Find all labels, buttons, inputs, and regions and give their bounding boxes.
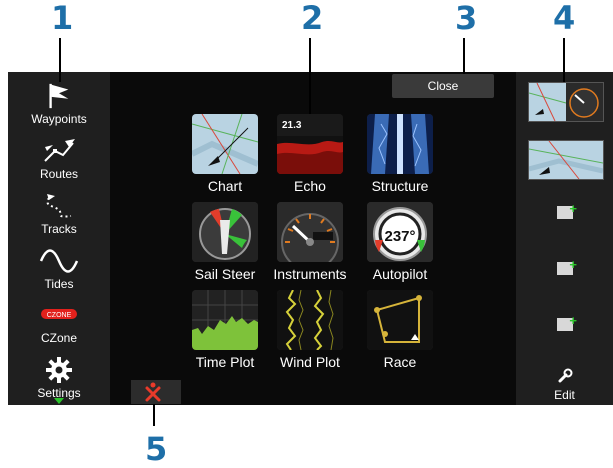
sidebar-item-label: Tracks [41,222,77,236]
callout-3-line [463,38,465,78]
czone-logo-text: CZONE [47,312,72,319]
structure-app-label: Structure [371,178,429,194]
sail-steer-app-icon[interactable] [192,202,258,262]
structure-app-icon[interactable] [367,114,433,174]
callout-1-line [59,38,61,82]
route-icon [44,139,75,162]
race-app-label: Race [383,354,417,370]
sidebar-item-label: Routes [39,167,79,181]
favorite-chart-page[interactable] [528,140,604,180]
callout-2: 2 [301,0,324,37]
flag-icon [49,83,69,109]
track-icon [46,194,72,218]
sidebar-item-routes[interactable]: Routes [8,137,110,181]
add-favorite-icon[interactable]: + [557,314,577,331]
callout-2-line [309,38,311,114]
instruments-app-icon[interactable] [277,202,343,262]
close-button[interactable]: Close [392,74,494,98]
callout-5: 5 [145,430,168,468]
sidebar-item-label: Tides [44,277,74,291]
time-plot-app-icon[interactable] [192,290,258,350]
callout-3: 3 [455,0,478,37]
wind-plot-app-label: Wind Plot [280,354,340,370]
add-favorite-icon[interactable]: + [557,258,577,275]
autopilot-app-icon[interactable]: 237° [367,202,433,262]
wind-plot-app-icon[interactable] [277,290,343,350]
callout-4: 4 [553,0,576,37]
wave-icon [39,249,79,273]
man-overboard-button[interactable] [131,380,181,404]
callout-5-line [153,404,155,426]
gear-icon [46,357,72,383]
echo-app-label: Echo [294,178,326,194]
autopilot-heading: 237° [384,228,415,245]
instruments-app-label: Instruments [273,266,347,282]
sidebar-item-settings[interactable]: Settings [8,356,110,400]
add-favorite-icon[interactable]: + [557,202,577,219]
man-overboard-icon [145,382,161,402]
autopilot-app-label: Autopilot [372,266,428,282]
chart-app-icon[interactable] [192,114,258,174]
edit-button[interactable]: Edit [516,388,613,402]
sidebar-item-label: Waypoints [31,112,87,126]
czone-icon: CZONE [41,309,77,319]
echo-app-icon[interactable]: 21.3 [277,114,343,174]
sidebar-item-czone[interactable]: CZONE CZone [8,305,110,345]
race-app-icon[interactable] [367,290,433,350]
callout-4-line [563,38,565,88]
scroll-down-indicator[interactable] [54,398,64,404]
sidebar-item-label: CZone [40,331,78,345]
favorite-chart-instruments-page[interactable] [528,82,604,122]
echo-depth-value: 21.3 [282,120,302,131]
sidebar-item-waypoints[interactable]: Waypoints [8,82,110,126]
callout-1: 1 [51,0,74,37]
sidebar-item-tracks[interactable]: Tracks [8,192,110,236]
wrench-icon[interactable] [557,368,573,384]
sidebar-item-tides[interactable]: Tides [8,247,110,291]
